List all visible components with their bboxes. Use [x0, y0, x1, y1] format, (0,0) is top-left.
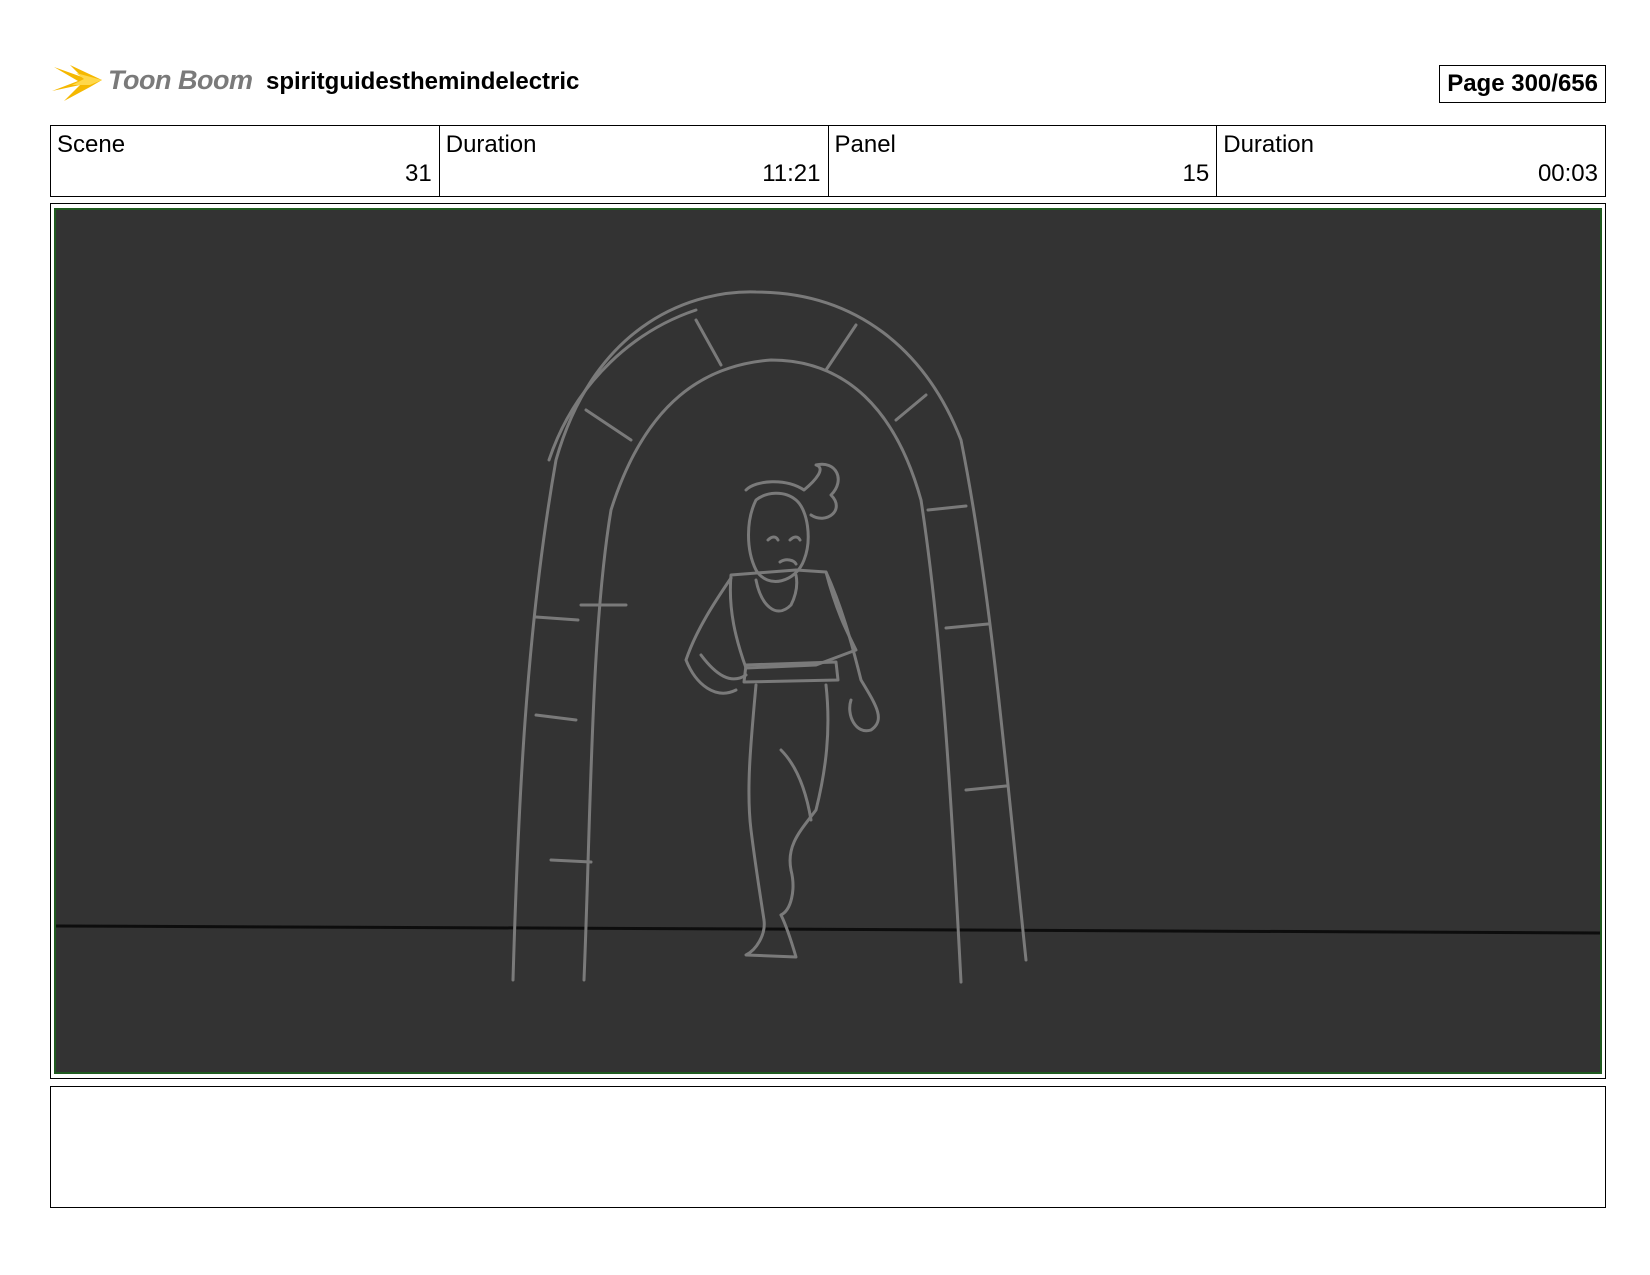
page-number: Page 300/656 — [1439, 65, 1606, 103]
panel-duration-value: 00:03 — [1537, 160, 1598, 187]
toon-boom-logo: Toon Boom — [50, 55, 253, 105]
figure-legs — [747, 683, 766, 922]
ground-line — [56, 924, 1600, 935]
scene-cell: Scene 31 — [51, 126, 440, 196]
panel-value: 15 — [1182, 160, 1210, 187]
scene-duration-cell: Duration 11:21 — [440, 126, 829, 196]
scene-duration-value: 11:21 — [762, 160, 821, 187]
page-header: Toon Boom spiritguidesthemindelectric Pa… — [50, 55, 1606, 105]
panel-duration-cell: Duration 00:03 — [1217, 126, 1605, 196]
info-table: Scene 31 Duration 11:21 Panel 15 Duratio… — [50, 125, 1606, 197]
panel-cell: Panel 15 — [829, 126, 1218, 196]
scene-label: Scene — [57, 131, 126, 158]
arch-inner — [582, 358, 963, 984]
scene-value: 31 — [405, 160, 432, 187]
panel-notes — [50, 1086, 1606, 1208]
logo-text: Toon Boom — [108, 65, 253, 95]
document-title: spiritguidesthemindelectric — [266, 68, 580, 95]
arch-outer — [511, 290, 1028, 982]
storyboard-panel-image — [54, 208, 1602, 1074]
figure-torso — [728, 568, 858, 670]
storyboard-panel-frame — [50, 203, 1606, 1079]
scene-duration-label: Duration — [445, 131, 537, 158]
sketch-drawing — [56, 290, 1600, 984]
panel-duration-label: Duration — [1223, 131, 1314, 158]
panel-label: Panel — [834, 131, 896, 158]
toon-boom-star-icon — [52, 65, 102, 101]
